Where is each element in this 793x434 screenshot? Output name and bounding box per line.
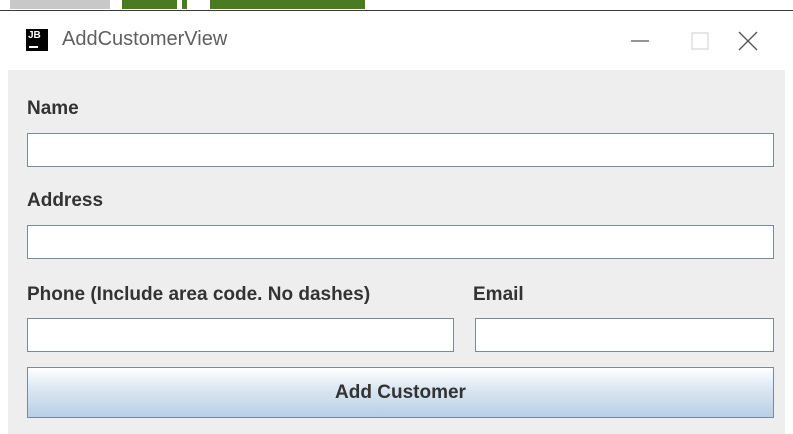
title-bar[interactable]: JB AddCustomerView — [0, 11, 793, 70]
phone-label: Phone (Include area code. No dashes) — [27, 284, 371, 305]
app-icon: JB — [26, 29, 48, 51]
minimize-icon — [631, 39, 649, 42]
address-field[interactable] — [27, 225, 774, 259]
app-icon-bar — [29, 46, 38, 48]
background-tile — [210, 0, 365, 9]
form-panel: Name Address Phone (Include area code. N… — [8, 70, 785, 434]
minimize-button[interactable] — [610, 11, 670, 70]
background-tile — [182, 0, 187, 9]
close-icon — [738, 31, 758, 50]
background-tile — [10, 0, 110, 9]
close-button[interactable] — [718, 11, 778, 70]
background-tile — [122, 0, 177, 9]
maximize-icon — [691, 32, 709, 49]
name-field[interactable] — [27, 133, 774, 167]
background-taskbar-strip — [0, 0, 793, 10]
phone-field[interactable] — [27, 318, 454, 352]
add-customer-button[interactable]: Add Customer — [27, 367, 774, 418]
address-label: Address — [27, 190, 104, 211]
name-label: Name — [27, 98, 79, 119]
email-field[interactable] — [475, 318, 774, 352]
add-customer-window: JB AddCustomerView Name Address Phone (I… — [0, 10, 793, 434]
app-icon-text: JB — [28, 30, 41, 41]
email-label: Email — [473, 284, 524, 305]
window-title: AddCustomerView — [62, 28, 228, 50]
